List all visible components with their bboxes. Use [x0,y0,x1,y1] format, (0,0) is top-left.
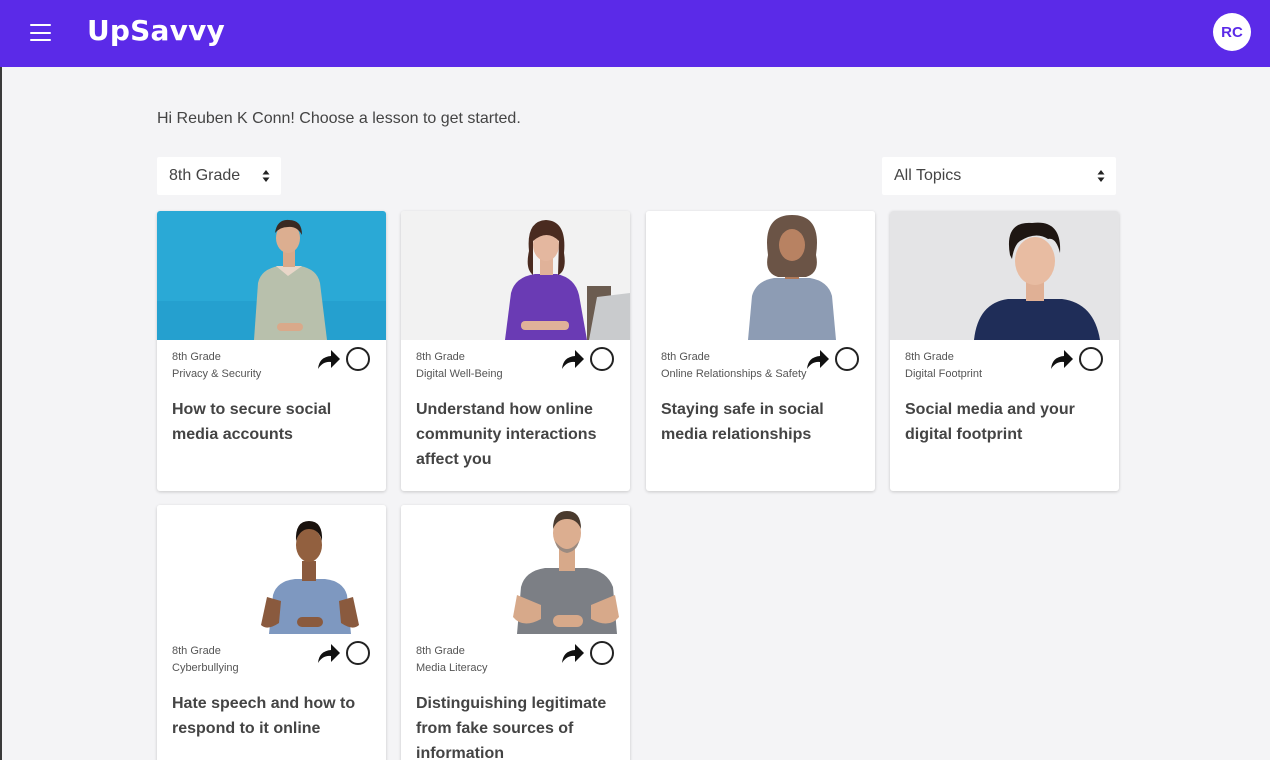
share-arrow-icon[interactable] [806,348,830,370]
share-arrow-icon[interactable] [317,348,341,370]
lesson-title[interactable]: Hate speech and how to respond to it onl… [172,691,372,741]
lesson-topic: Digital Well-Being [416,368,503,380]
lesson-title[interactable]: Social media and your digital footprint [905,397,1105,447]
lesson-meta: 8th Grade Cyberbullying [172,643,239,677]
lesson-video-thumbnail[interactable] [157,505,386,634]
topic-filter-value: All Topics [894,167,962,184]
share-arrow-icon[interactable] [561,348,585,370]
complete-circle-icon[interactable] [346,641,370,665]
user-avatar[interactable]: RC [1213,13,1251,51]
lesson-grade: 8th Grade [905,351,954,363]
complete-circle-icon[interactable] [1079,347,1103,371]
lesson-card[interactable]: 8th Grade Digital Footprint Social media… [890,211,1119,491]
lesson-video-thumbnail[interactable] [157,211,386,340]
lesson-meta: 8th Grade Digital Footprint [905,349,982,383]
lesson-meta: 8th Grade Online Relationships & Safety [661,349,807,383]
lesson-grade: 8th Grade [661,351,710,363]
brand-logo[interactable]: UpSavvy [87,14,225,47]
lesson-meta: 8th Grade Privacy & Security [172,349,261,383]
lesson-topic: Media Literacy [416,662,488,674]
lesson-card[interactable]: 8th Grade Privacy & Security How to secu… [157,211,386,491]
topic-filter-select[interactable]: All Topics [882,157,1116,195]
lesson-card[interactable]: 8th Grade Online Relationships & Safety … [646,211,875,491]
sort-arrows-icon [262,170,270,182]
lesson-title[interactable]: Staying safe in social media relationshi… [661,397,861,447]
lesson-topic: Digital Footprint [905,368,983,380]
lesson-grade: 8th Grade [172,645,221,657]
lesson-title[interactable]: Distinguishing legitimate from fake sour… [416,691,616,760]
complete-circle-icon[interactable] [590,347,614,371]
lesson-title[interactable]: Understand how online community interact… [416,397,616,472]
lesson-video-thumbnail[interactable] [401,211,630,340]
grade-filter-select[interactable]: 8th Grade [157,157,281,195]
lesson-meta: 8th Grade Digital Well-Being [416,349,503,383]
lesson-topic: Privacy & Security [172,368,262,380]
complete-circle-icon[interactable] [346,347,370,371]
share-arrow-icon[interactable] [1050,348,1074,370]
hamburger-menu-icon[interactable] [30,24,51,41]
lesson-title[interactable]: How to secure social media accounts [172,397,372,447]
lesson-video-thumbnail[interactable] [890,211,1119,340]
lesson-card[interactable]: 8th Grade Cyberbullying Hate speech and … [157,505,386,760]
lesson-card[interactable]: 8th Grade Media Literacy Distinguishing … [401,505,630,760]
lesson-video-thumbnail[interactable] [646,211,875,340]
sort-arrows-icon [1097,170,1105,182]
lesson-grade: 8th Grade [416,645,465,657]
window-edge [0,66,2,760]
greeting-text: Hi Reuben K Conn! Choose a lesson to get… [157,110,521,127]
lesson-topic: Online Relationships & Safety [661,368,807,380]
complete-circle-icon[interactable] [590,641,614,665]
complete-circle-icon[interactable] [835,347,859,371]
lesson-meta: 8th Grade Media Literacy [416,643,488,677]
share-arrow-icon[interactable] [317,642,341,664]
lesson-grade: 8th Grade [172,351,221,363]
top-app-bar: UpSavvy RC [0,0,1270,67]
lesson-video-thumbnail[interactable] [401,505,630,634]
grade-filter-value: 8th Grade [169,167,241,184]
lesson-card[interactable]: 8th Grade Digital Well-Being Understand … [401,211,630,491]
share-arrow-icon[interactable] [561,642,585,664]
lesson-grade: 8th Grade [416,351,465,363]
lesson-topic: Cyberbullying [172,662,239,674]
